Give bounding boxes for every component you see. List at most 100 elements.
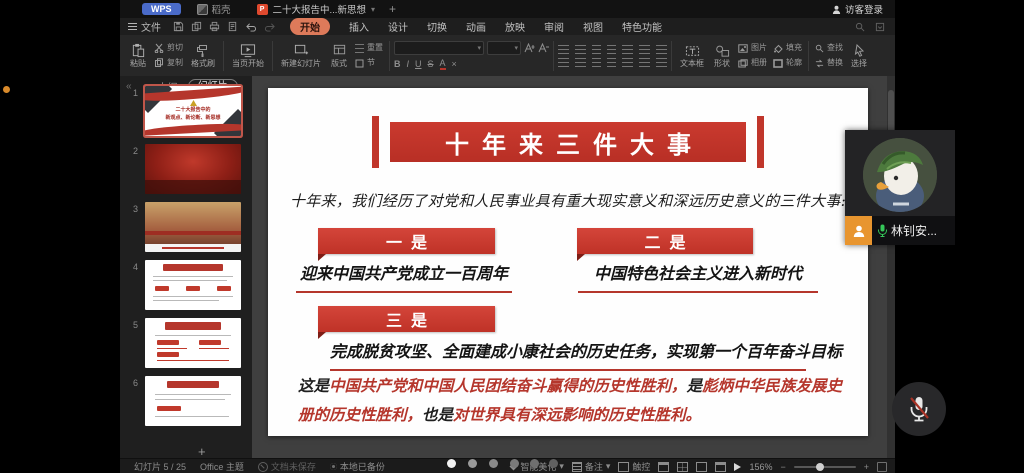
document-tab[interactable]: P 二十大报告中...新思想 ▾ bbox=[257, 2, 375, 16]
text-direction-icon[interactable] bbox=[622, 58, 633, 67]
align-left-icon[interactable] bbox=[622, 45, 633, 54]
paste-button[interactable]: 粘贴 bbox=[126, 43, 150, 68]
export-icon[interactable] bbox=[191, 21, 202, 32]
indent-decrease-icon[interactable] bbox=[592, 45, 601, 54]
increase-font-icon[interactable] bbox=[524, 43, 535, 53]
align-objects-icon[interactable] bbox=[639, 58, 650, 67]
columns-icon[interactable] bbox=[607, 58, 616, 67]
slide-item-2-text[interactable]: 中国特色社会主义进入新时代 bbox=[578, 260, 818, 293]
participant-icon[interactable] bbox=[845, 216, 872, 245]
bullets-icon[interactable] bbox=[558, 45, 569, 54]
tab-slideshow[interactable]: 放映 bbox=[505, 19, 525, 34]
backup-status[interactable]: 本地已备份 bbox=[330, 460, 385, 473]
presenter-view-button[interactable] bbox=[715, 462, 726, 472]
ribbon-tag-3[interactable]: 三是 bbox=[318, 306, 495, 332]
italic-button[interactable]: I bbox=[407, 59, 410, 69]
strikethrough-button[interactable]: S bbox=[428, 59, 434, 69]
format-painter-button[interactable]: 格式刷 bbox=[187, 44, 219, 68]
slide-thumbnail-3[interactable] bbox=[145, 202, 241, 252]
theme-name[interactable]: Office 主题 bbox=[200, 460, 244, 473]
tab-transition[interactable]: 切换 bbox=[427, 19, 447, 34]
play-from-current-button[interactable]: 当页开始 bbox=[228, 43, 268, 68]
align-center-icon[interactable] bbox=[639, 45, 650, 54]
tab-animation[interactable]: 动画 bbox=[466, 19, 486, 34]
slide-thumbnail-5[interactable] bbox=[145, 318, 241, 368]
justify-icon[interactable] bbox=[558, 58, 569, 67]
normal-view-button[interactable] bbox=[658, 462, 669, 472]
layout-button[interactable]: 版式 bbox=[327, 43, 351, 68]
slide-item-3-text[interactable]: 完成脱贫攻坚、全面建成小康社会的历史任务，实现第一个百年奋斗目标 bbox=[330, 338, 806, 371]
select-button[interactable]: 选择 bbox=[847, 44, 871, 68]
print-preview-icon[interactable] bbox=[227, 21, 238, 32]
touch-mode-button[interactable]: 触控 bbox=[618, 460, 650, 473]
font-family-select[interactable]: ▾ bbox=[394, 41, 484, 55]
notes-button[interactable]: 备注 ▾ bbox=[572, 460, 611, 473]
slide-thumbnail-1[interactable]: 二十大报告中的 新观点、新论断、新思想 bbox=[145, 86, 241, 136]
find-button[interactable]: 查找 bbox=[813, 42, 845, 55]
save-icon[interactable] bbox=[173, 21, 184, 32]
redo-icon[interactable] bbox=[264, 21, 276, 32]
line-spacing-icon[interactable] bbox=[592, 58, 601, 67]
album-button[interactable]: 相册 bbox=[736, 57, 769, 70]
textbox-button[interactable]: 文本框 bbox=[676, 44, 708, 68]
chevron-down-icon[interactable]: ▾ bbox=[371, 5, 375, 14]
picture-button[interactable]: 图片 bbox=[736, 42, 769, 55]
undo-icon[interactable] bbox=[245, 21, 257, 32]
slide-canvas[interactable]: 十年来三件大事 十年来，我们经历了对党和人民事业具有重大现实意义和深远历史意义的… bbox=[268, 88, 868, 436]
slide-sorter-view-button[interactable] bbox=[677, 462, 688, 472]
tab-review[interactable]: 审阅 bbox=[544, 19, 564, 34]
replace-button[interactable]: 替换 bbox=[813, 57, 845, 70]
webcam-tile[interactable]: 林钊安... bbox=[845, 130, 955, 245]
font-size-select[interactable]: ▾ bbox=[487, 41, 521, 55]
print-icon[interactable] bbox=[209, 21, 220, 32]
copy-button[interactable]: 复制 bbox=[152, 57, 185, 70]
slide-thumbnail-2[interactable] bbox=[145, 144, 241, 194]
fit-slide-button[interactable] bbox=[877, 462, 887, 472]
ribbon-tag-2[interactable]: 二是 bbox=[577, 228, 753, 254]
search-icon[interactable] bbox=[855, 22, 865, 32]
section-button[interactable]: 节 bbox=[353, 57, 385, 70]
outline-button[interactable]: 轮廓 bbox=[771, 57, 804, 70]
tab-home[interactable]: 开始 bbox=[290, 18, 330, 35]
zoom-out-button[interactable]: − bbox=[780, 462, 785, 472]
tab-design[interactable]: 设计 bbox=[388, 19, 408, 34]
guest-login[interactable]: 访客登录 bbox=[832, 2, 883, 16]
slide-footer-paragraph[interactable]: 这是中国共产党和中国人民团结奋斗赢得的历史性胜利，是彪炳中华民族发展史册的历史性… bbox=[298, 372, 842, 429]
zoom-slider[interactable] bbox=[794, 466, 856, 468]
tab-special-features[interactable]: 特色功能 bbox=[622, 19, 662, 34]
distribute-icon[interactable] bbox=[575, 58, 586, 67]
slide-intro-text[interactable]: 十年来，我们经历了对党和人民事业具有重大现实意义和深远历史意义的三件大事: bbox=[268, 190, 868, 211]
decrease-font-icon[interactable] bbox=[538, 43, 549, 53]
zoom-slider-knob[interactable] bbox=[816, 463, 824, 471]
fill-button[interactable]: 填充 bbox=[771, 42, 804, 55]
zoom-in-button[interactable]: + bbox=[864, 462, 869, 472]
reset-button[interactable]: 重置 bbox=[353, 42, 385, 55]
align-right-icon[interactable] bbox=[656, 45, 667, 54]
play-slideshow-button[interactable] bbox=[734, 463, 741, 471]
mute-button[interactable] bbox=[892, 382, 946, 436]
annotation-dot[interactable] bbox=[3, 86, 10, 93]
slide-thumbnail-4[interactable] bbox=[145, 260, 241, 310]
collapse-ribbon-icon[interactable] bbox=[875, 22, 885, 32]
smart-typeset-icon[interactable] bbox=[656, 58, 667, 67]
tab-view[interactable]: 视图 bbox=[583, 19, 603, 34]
clear-format-button[interactable]: × bbox=[452, 59, 457, 69]
bold-button[interactable]: B bbox=[394, 59, 401, 69]
new-tab-button[interactable]: + bbox=[389, 2, 396, 16]
ribbon-tag-1[interactable]: 一是 bbox=[318, 228, 495, 254]
indent-increase-icon[interactable] bbox=[607, 45, 616, 54]
add-slide-button[interactable]: + bbox=[198, 444, 206, 459]
wps-logo-button[interactable]: WPS bbox=[142, 3, 181, 15]
font-color-button[interactable]: A bbox=[440, 58, 446, 70]
shapes-button[interactable]: 形状 bbox=[710, 44, 734, 68]
numbering-icon[interactable] bbox=[575, 45, 586, 54]
file-menu-button[interactable]: 文件 bbox=[128, 19, 161, 34]
slide-item-1-text[interactable]: 迎来中国共产党成立一百周年 bbox=[296, 260, 512, 293]
cut-button[interactable]: 剪切 bbox=[152, 42, 185, 55]
docer-tab[interactable]: 稻壳 bbox=[197, 2, 231, 16]
new-slide-button[interactable]: 新建幻灯片 bbox=[277, 43, 325, 68]
slide-thumbnail-6[interactable] bbox=[145, 376, 241, 426]
underline-button[interactable]: U bbox=[415, 59, 422, 69]
tab-insert[interactable]: 插入 bbox=[349, 19, 369, 34]
slide-title-banner[interactable]: 十年来三件大事 bbox=[390, 122, 746, 162]
